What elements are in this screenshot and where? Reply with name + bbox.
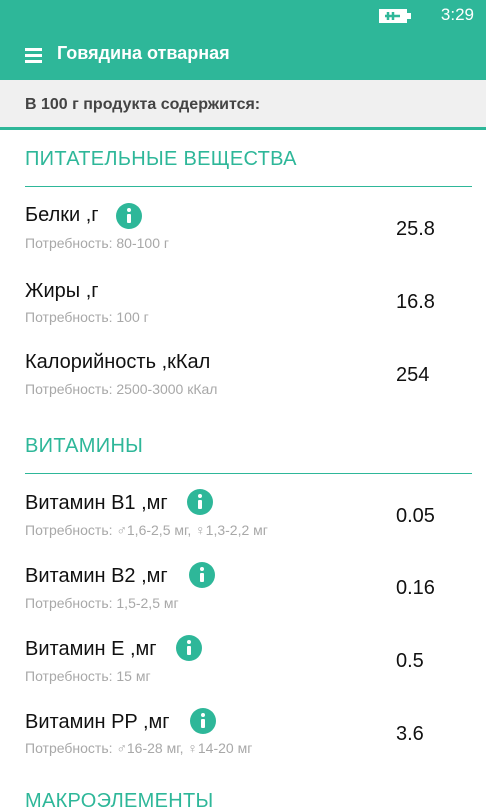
item-name: Витамин PP ,мг [25,711,170,733]
status-time: 3:29 [440,5,474,24]
section-divider [25,186,472,187]
item-requirement: Потребность: 15 мг [25,668,151,684]
item-requirement: Потребность: 1,5-2,5 мг [25,595,179,611]
item-name: Витамин B2 ,мг [25,565,168,587]
status-bar: 3:29 [0,0,486,32]
item-name: Жиры ,г [25,280,99,302]
info-icon[interactable] [189,562,215,588]
section-title-macroelements: МАКРОЭЛЕМЕНТЫ [25,790,214,810]
item-value: 25.8 [396,218,435,240]
item-value: 16.8 [396,291,435,313]
section-title-nutrients: ПИТАТЕЛЬНЫЕ ВЕЩЕСТВА [25,148,297,170]
section-title-vitamins: ВИТАМИНЫ [25,435,144,457]
info-icon[interactable] [190,708,216,734]
item-requirement: Потребность: ♂16-28 мг, ♀14-20 мг [25,740,253,756]
item-name: Витамин E ,мг [25,638,157,660]
item-requirement: Потребность: 80-100 г [25,235,169,251]
section-divider [25,473,472,474]
item-value: 0.5 [396,650,424,672]
item-name: Калорийность ,кКал [25,351,211,373]
subheader-text: В 100 г продукта содержится: [25,96,261,113]
item-value: 0.05 [396,505,435,527]
item-name: Белки ,г [25,204,99,226]
info-icon[interactable] [176,635,202,661]
item-value: 3.6 [396,723,424,745]
item-requirement: Потребность: 100 г [25,309,149,325]
item-name: Витамин B1 ,мг [25,492,168,514]
item-requirement: Потребность: 2500-3000 кКал [25,381,218,397]
page-title: Говядина отварная [57,43,230,63]
item-requirement: Потребность: ♂1,6-2,5 мг, ♀1,3-2,2 мг [25,522,268,538]
item-value: 0.16 [396,577,435,599]
subheader: В 100 г продукта содержится: [0,80,486,130]
info-icon[interactable] [116,203,142,229]
app-bar: Говядина отварная [0,32,486,80]
battery-charging-icon [379,9,411,23]
item-value: 254 [396,364,430,386]
info-icon[interactable] [187,489,213,515]
hamburger-menu-icon[interactable] [25,48,42,64]
